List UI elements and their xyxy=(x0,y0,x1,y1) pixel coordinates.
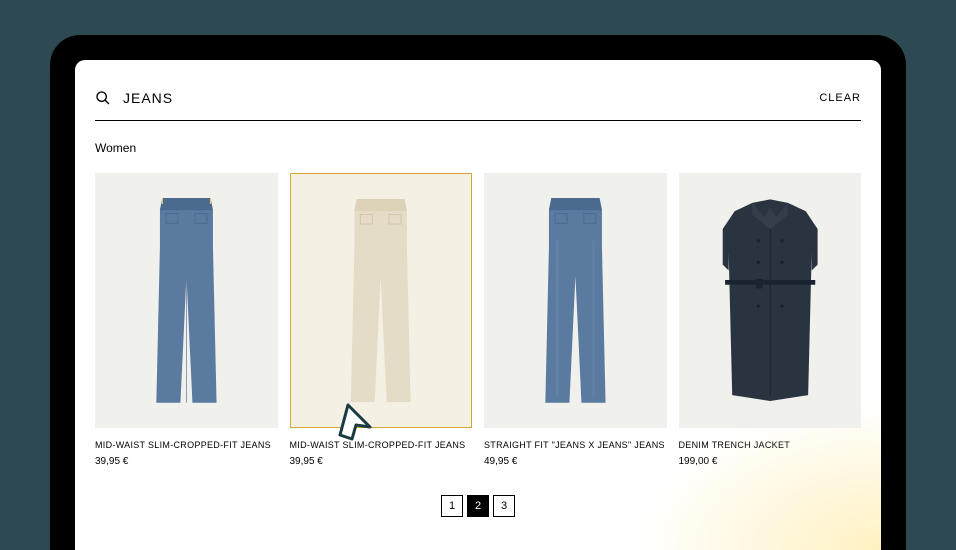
product-image xyxy=(95,173,278,428)
product-card[interactable]: STRAIGHT FIT "JEANS X JEANS" JEANS 49,95… xyxy=(484,173,667,467)
product-price: 49,95 € xyxy=(484,456,667,467)
product-card-selected[interactable]: MID-WAIST SLIM-CROPPED-FIT JEANS 39,95 € xyxy=(290,173,473,467)
product-name: MID-WAIST SLIM-CROPPED-FIT JEANS xyxy=(95,440,278,450)
product-price: 199,00 € xyxy=(679,456,862,467)
search-bar: CLEAR xyxy=(95,90,861,121)
page-button-1[interactable]: 1 xyxy=(441,495,463,517)
product-name: STRAIGHT FIT "JEANS X JEANS" JEANS xyxy=(484,440,667,450)
product-price: 39,95 € xyxy=(95,456,278,467)
coat-icon xyxy=(699,188,841,412)
pagination: 1 2 3 xyxy=(95,495,861,517)
product-image xyxy=(679,173,862,428)
product-grid: MID-WAIST SLIM-CROPPED-FIT JEANS 39,95 €… xyxy=(95,173,861,467)
product-price: 39,95 € xyxy=(290,456,473,467)
product-card[interactable]: DENIM TRENCH JACKET 199,00 € xyxy=(679,173,862,467)
search-input[interactable] xyxy=(123,90,304,106)
screen: CLEAR Women MID-WAIST SLIM-CROPPED-FIT J… xyxy=(75,60,881,550)
jeans-icon xyxy=(313,193,448,408)
product-image xyxy=(290,173,473,428)
tablet-frame: CLEAR Women MID-WAIST SLIM-CROPPED-FIT J… xyxy=(50,35,906,550)
clear-button[interactable]: CLEAR xyxy=(819,92,861,104)
search-input-group xyxy=(95,90,304,106)
category-label: Women xyxy=(95,141,861,155)
product-image xyxy=(484,173,667,428)
jeans-icon xyxy=(118,192,255,409)
jeans-icon xyxy=(507,192,644,409)
product-name: DENIM TRENCH JACKET xyxy=(679,440,862,450)
product-name: MID-WAIST SLIM-CROPPED-FIT JEANS xyxy=(290,440,473,450)
product-card[interactable]: MID-WAIST SLIM-CROPPED-FIT JEANS 39,95 € xyxy=(95,173,278,467)
page-button-3[interactable]: 3 xyxy=(493,495,515,517)
search-icon xyxy=(95,90,111,106)
page-button-2[interactable]: 2 xyxy=(467,495,489,517)
